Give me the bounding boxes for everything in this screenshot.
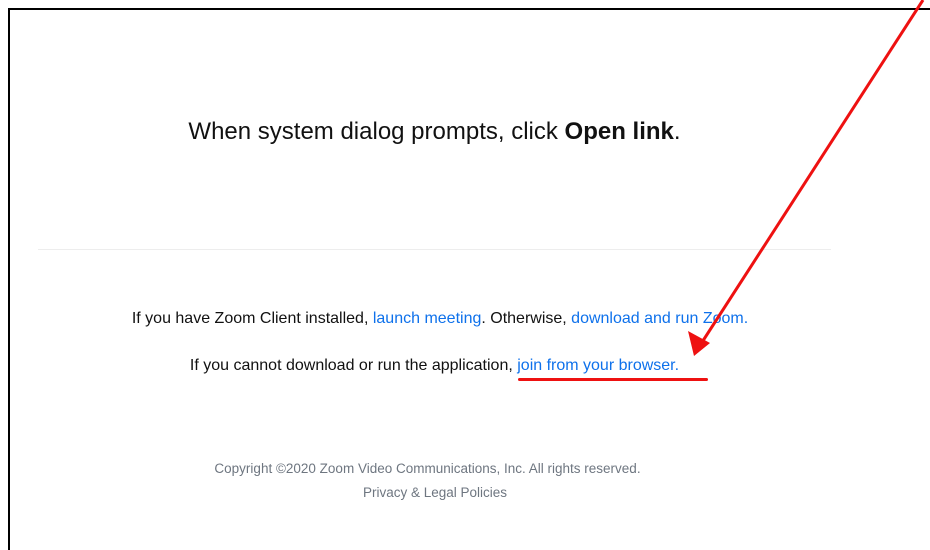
prompt-message: When system dialog prompts, click Open l…	[0, 118, 869, 146]
privacy-policies-link[interactable]: Privacy & Legal Policies	[363, 485, 507, 500]
install-text: If you have Zoom Client installed,	[131, 310, 373, 327]
browser-text: If you cannot download or run the applic…	[189, 357, 518, 374]
otherwise-text: . Otherwise,	[481, 310, 572, 327]
copyright-text: Copyright ©2020 Zoom Video Communication…	[214, 461, 641, 476]
prompt-period: .	[673, 118, 681, 145]
download-zoom-link[interactable]: download and run Zoom.	[571, 310, 748, 327]
install-instructions: If you have Zoom Client installed, launc…	[0, 310, 880, 328]
highlight-underline	[518, 378, 708, 381]
browser-instructions: If you cannot download or run the applic…	[0, 357, 869, 375]
open-link-emphasis: Open link	[564, 118, 674, 145]
join-from-browser-link[interactable]: join from your browser.	[517, 357, 679, 374]
launch-meeting-link[interactable]: launch meeting	[373, 310, 482, 327]
prompt-text: When system dialog prompts, click	[188, 118, 565, 145]
footer-links: Privacy & Legal Policies	[0, 485, 870, 500]
divider	[38, 249, 831, 250]
